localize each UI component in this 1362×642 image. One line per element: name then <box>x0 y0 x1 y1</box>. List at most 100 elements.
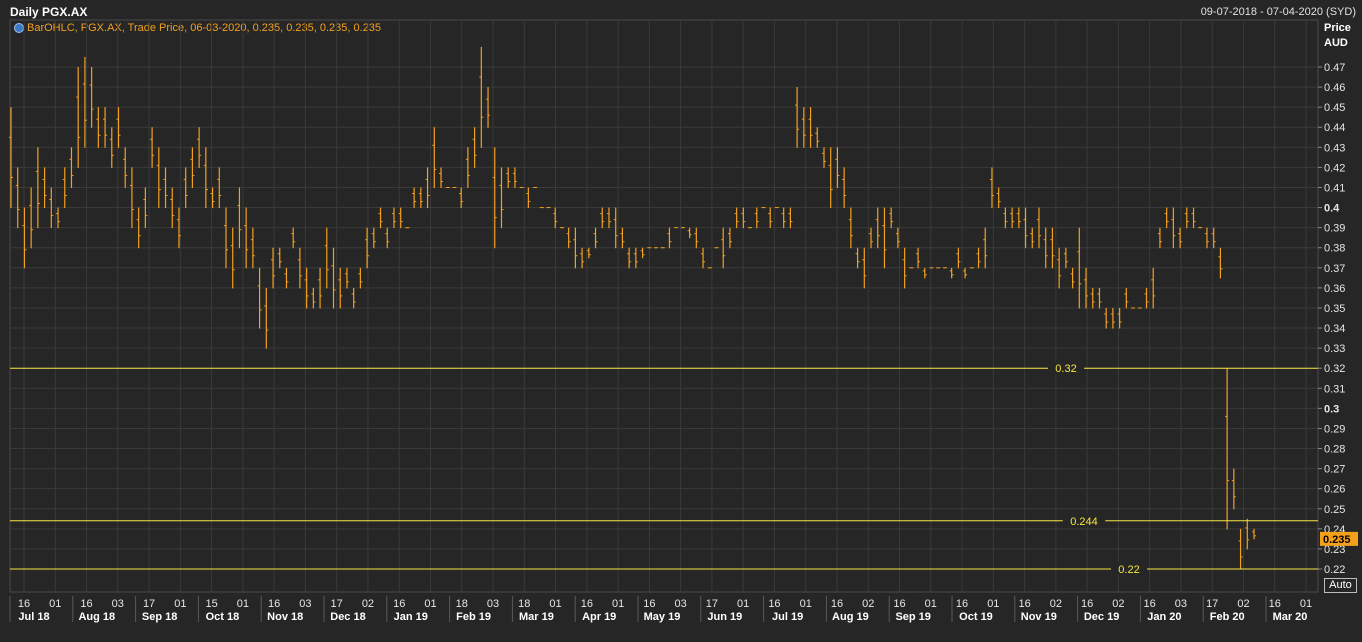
x-day-label: 01 <box>737 598 749 610</box>
x-day-label: 16 <box>581 598 593 610</box>
ohlc-bar <box>795 87 800 148</box>
ohlc-bar <box>546 207 551 209</box>
x-month-label: Dec 19 <box>1084 611 1119 623</box>
ohlc-bar <box>391 207 396 229</box>
ohlc-bar <box>922 267 927 279</box>
ohlc-bar <box>916 247 921 269</box>
y-tick-label: 0.3 <box>1324 403 1339 415</box>
ohlc-bar <box>660 247 665 249</box>
ohlc-bar <box>1131 307 1136 309</box>
ohlc-bar <box>291 227 296 249</box>
ohlc-bar <box>714 247 719 249</box>
x-month-label: Feb 20 <box>1210 611 1245 623</box>
ohlc-bar <box>627 247 632 269</box>
ohlc-bar <box>1144 287 1149 309</box>
price-chart[interactable]: 0.47 0.46 0.45 0.44 0.43 0.42 0.41 0.4 0.39 0.38 0… <box>0 0 1362 642</box>
ohlc-bar <box>29 187 34 249</box>
x-day-label: 16 <box>393 598 405 610</box>
ohlc-bar <box>1198 227 1203 229</box>
ohlc-bar <box>1016 207 1021 229</box>
x-day-label: 02 <box>1050 598 1062 610</box>
ohlc-bar <box>586 247 591 259</box>
x-day-label: 18 <box>518 598 530 610</box>
x-day-label: 17 <box>331 598 343 610</box>
x-day-label: 16 <box>643 598 655 610</box>
ohlc-bar <box>606 207 611 229</box>
x-month-label: Jul 18 <box>18 611 49 623</box>
ohlc-bar <box>519 186 524 188</box>
y-tick-label: 0.27 <box>1324 464 1345 476</box>
ohlc-bar <box>1030 227 1035 249</box>
ohlc-bar <box>593 227 598 249</box>
ohlc-bar <box>996 187 1001 209</box>
x-day-label: 18 <box>456 598 468 610</box>
ohlc-bar <box>1137 307 1142 309</box>
ohlc-bar <box>439 167 444 188</box>
y-tick-label: 0.35 <box>1324 303 1345 315</box>
ohlc-bar <box>727 227 732 249</box>
ohlc-bar <box>432 127 437 188</box>
x-day-label: 17 <box>143 598 155 610</box>
ohlc-bar <box>976 247 981 269</box>
ohlc-bar <box>741 207 746 229</box>
y-tick-label: 0.37 <box>1324 263 1345 275</box>
ohlc-bar <box>654 247 659 249</box>
ohlc-bar <box>828 147 833 209</box>
ohlc-bar <box>1164 207 1169 229</box>
x-month-label: Jul 19 <box>772 611 803 623</box>
y-tick-label: 0.42 <box>1324 162 1345 174</box>
ohlc-bar <box>781 207 786 229</box>
ohlc-bar <box>674 227 679 229</box>
x-day-label: 02 <box>1112 598 1124 610</box>
y-tick-label: 0.4 <box>1324 203 1340 215</box>
x-day-label: 03 <box>112 598 124 610</box>
ohlc-bar <box>1097 287 1102 309</box>
y-tick-label: 0.44 <box>1324 122 1345 134</box>
x-month-label: Jan 20 <box>1147 611 1181 623</box>
ohlc-bar <box>707 267 712 269</box>
ohlc-bar <box>768 207 773 229</box>
ohlc-bar <box>1191 207 1196 229</box>
ohlc-bar <box>680 227 685 229</box>
ohlc-bar <box>344 267 349 289</box>
x-day-label: 01 <box>49 598 61 610</box>
x-day-label: 01 <box>925 598 937 610</box>
x-day-label: 01 <box>237 598 249 610</box>
ohlc-bar <box>633 247 638 269</box>
ohlc-bar <box>963 267 968 279</box>
ohlc-bar <box>620 227 625 249</box>
ohlc-bar <box>815 127 820 148</box>
ohlc-bar <box>405 227 410 229</box>
y-tick-label: 0.45 <box>1324 102 1345 114</box>
ohlc-bar <box>1245 518 1250 550</box>
x-month-label: Oct 18 <box>206 611 240 623</box>
x-day-label: 16 <box>18 598 30 610</box>
ohlc-bar <box>445 186 450 188</box>
ohlc-bar <box>129 167 134 229</box>
reference-line-label: 0.244 <box>1070 516 1098 528</box>
x-month-label: Mar 19 <box>519 611 554 623</box>
ohlc-bar <box>459 187 464 209</box>
x-day-label: 02 <box>362 598 374 610</box>
x-day-label: 03 <box>487 598 499 610</box>
x-month-label: Feb 19 <box>456 611 491 623</box>
y-tick-label: 0.28 <box>1324 444 1345 456</box>
x-day-label: 16 <box>831 598 843 610</box>
x-day-label: 16 <box>1144 598 1156 610</box>
x-day-label: 01 <box>987 598 999 610</box>
ohlc-bar <box>311 287 316 309</box>
y-tick-label: 0.26 <box>1324 484 1345 496</box>
ohlc-bar <box>89 67 94 128</box>
ohlc-bar <box>869 227 874 249</box>
ohlc-bar <box>257 267 262 329</box>
y-tick-label: 0.32 <box>1324 363 1345 375</box>
x-day-label: 01 <box>800 598 812 610</box>
ohlc-bar <box>942 267 947 269</box>
ohlc-bar <box>936 267 941 269</box>
ohlc-bar <box>371 227 376 249</box>
ohlc-bar <box>909 267 914 269</box>
ohlc-bar <box>754 207 759 229</box>
reference-line-label: 0.32 <box>1055 363 1076 375</box>
x-day-label: 16 <box>268 598 280 610</box>
ohlc-bar <box>15 167 20 229</box>
